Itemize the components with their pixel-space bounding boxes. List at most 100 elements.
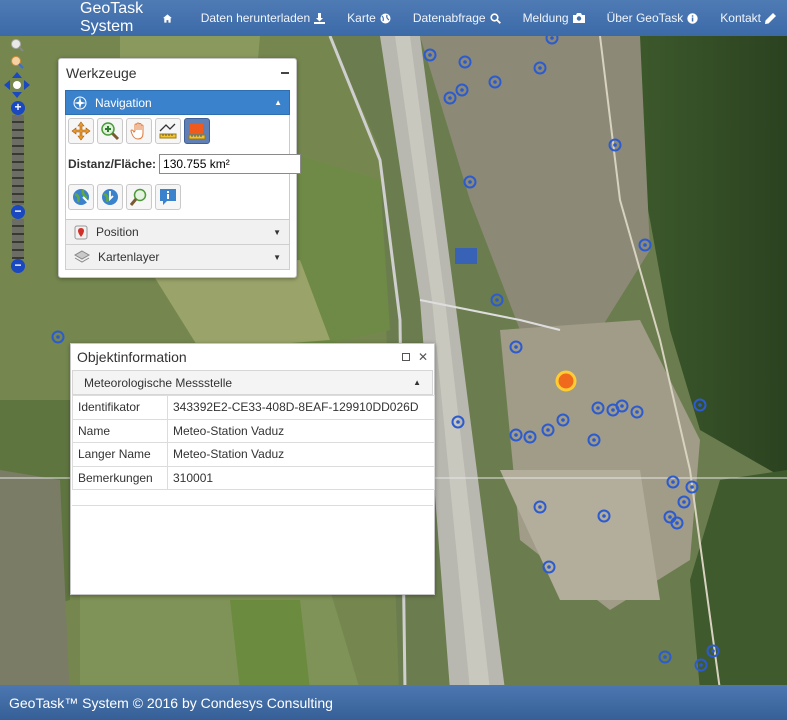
menu-item-contact[interactable]: Kontakt [709,11,787,25]
zoom-box-tool-button[interactable] [97,118,123,144]
map-point-marker-dot [495,298,499,302]
map-point-marker-dot [611,408,615,412]
weather-station-marker[interactable] [555,370,577,392]
map-point-marker-dot [463,60,467,64]
footer-text: GeoTask™ System © 2016 by Condesys Consu… [9,694,333,711]
object-info-panel: Objektinformation ✕ Meteorologische Mess… [70,343,435,595]
tools-panel: Werkzeuge Navigation ▲ Distanz/Fläche: 1… [58,58,302,278]
menu-item-label: Meldung [522,11,569,25]
hand-icon [130,122,144,140]
distance-field[interactable] [159,154,302,174]
map-point-marker-dot [699,663,703,667]
menu-item-map[interactable]: Karte [336,11,402,25]
search-icon [489,12,501,24]
map-point-marker-dot [635,410,639,414]
info-icon [687,12,698,24]
menu-item-download[interactable]: Daten herunterladen [190,11,336,25]
menu-item-label: Datenabfrage [412,11,486,25]
expand-arrow-icon: ▼ [273,252,281,262]
globe-arrow-icon [102,189,118,205]
accordion-layers-label: Kartenlayer [98,250,160,264]
camera-icon [572,13,585,23]
globe-pointer-icon [73,189,89,205]
map-point-marker-dot [514,433,518,437]
map-point-marker-dot [546,428,550,432]
maximize-icon[interactable] [401,353,410,361]
map-point-marker-dot [528,435,532,439]
menu-item-about[interactable]: Über GeoTask [596,11,710,25]
attribute-key: Langer Name [72,442,168,467]
find-feature-icon [129,188,147,206]
compass-icon [73,96,87,109]
map-point-marker-dot [460,88,464,92]
zoom-slider[interactable] [12,115,24,205]
map-point-marker-dot [643,243,647,247]
distance-label: Distanz/Fläche: [68,157,157,171]
accordion-position[interactable]: Position ▼ [65,220,290,245]
hand-tool-button[interactable] [126,118,152,144]
ruler-icon [159,123,177,139]
zoom-out-magnifier-icon[interactable] [8,55,28,69]
tool-button-2[interactable] [97,184,123,210]
tool-button-3[interactable] [126,184,152,210]
zoom-out-button[interactable]: − [11,259,25,273]
map-point-marker-dot [561,418,565,422]
attribute-value: 310001 [167,465,435,490]
menu-item-label: Kontakt [720,11,761,25]
object-group-header[interactable]: Meteorologische Messstelle ▲ [72,370,433,395]
object-group-label: Meteorologische Messstelle [84,375,233,390]
close-icon[interactable]: ✕ [418,350,428,364]
tools-panel-title: Werkzeuge [66,64,137,81]
object-info-title: Objektinformation [77,349,187,365]
map-point-marker-dot [675,521,679,525]
map-point-marker-dot [468,180,472,184]
table-footer [72,490,433,506]
zoom-slider-handle[interactable]: − [11,205,25,219]
brand[interactable]: GeoTask System [80,0,172,36]
table-row: Name Meteo-Station Vaduz [72,418,435,443]
move-arrows-icon [71,121,91,141]
info-tool-button[interactable] [155,184,181,210]
accordion-layers[interactable]: Kartenlayer ▼ [65,245,290,270]
pan-tool-button[interactable] [68,118,94,144]
attribute-key: Bemerkungen [72,465,168,490]
pan-arrows-icon[interactable] [4,72,30,98]
measure-area-tool-button[interactable] [184,118,210,144]
map-point-marker-dot [711,649,715,653]
area-measure-icon [188,124,206,140]
tools-panel-header[interactable]: Werkzeuge [59,59,296,86]
attribute-table: Identifikator 343392E2-CE33-408D-8EAF-12… [72,395,435,490]
layers-icon [74,250,90,263]
home-icon [162,13,172,23]
menu-item-query[interactable]: Datenabfrage [402,11,512,25]
zoom-control: + − − [4,38,30,273]
map-point-marker-dot [671,480,675,484]
minimize-icon[interactable] [281,71,289,74]
info-bubble-icon [160,189,176,205]
object-info-header[interactable]: Objektinformation ✕ [71,344,434,370]
table-row: Identifikator 343392E2-CE33-408D-8EAF-12… [72,395,435,420]
table-row: Langer Name Meteo-Station Vaduz [72,442,435,467]
top-navbar: GeoTask System Daten herunterladen Karte… [0,0,787,36]
menu-item-report[interactable]: Meldung [512,11,596,25]
map-point-marker-dot [56,335,60,339]
table-row: Bemerkungen 310001 [72,465,435,490]
accordion-navigation[interactable]: Navigation ▲ [65,90,290,115]
accordion-position-label: Position [96,225,139,239]
zoom-in-magnifier-icon[interactable] [8,38,28,52]
measure-distance-tool-button[interactable] [155,118,181,144]
menu-item-label: Über GeoTask [606,11,684,25]
navigation-tools: Distanz/Fläche: [65,115,302,220]
attribute-value: Meteo-Station Vaduz [167,442,435,467]
map-point-marker-dot [547,565,551,569]
map-point-marker-dot [668,515,672,519]
collapse-arrow-icon: ▲ [413,378,421,387]
footer: GeoTask™ System © 2016 by Condesys Consu… [0,685,787,720]
zoom-slider-lower[interactable] [12,219,24,259]
menu-item-label: Daten herunterladen [200,11,311,25]
map-point-marker-dot [682,500,686,504]
brand-label: GeoTask System [80,0,144,35]
zoom-in-button[interactable]: + [11,101,25,115]
map-point-marker-dot [620,404,624,408]
tool-button-1[interactable] [68,184,94,210]
